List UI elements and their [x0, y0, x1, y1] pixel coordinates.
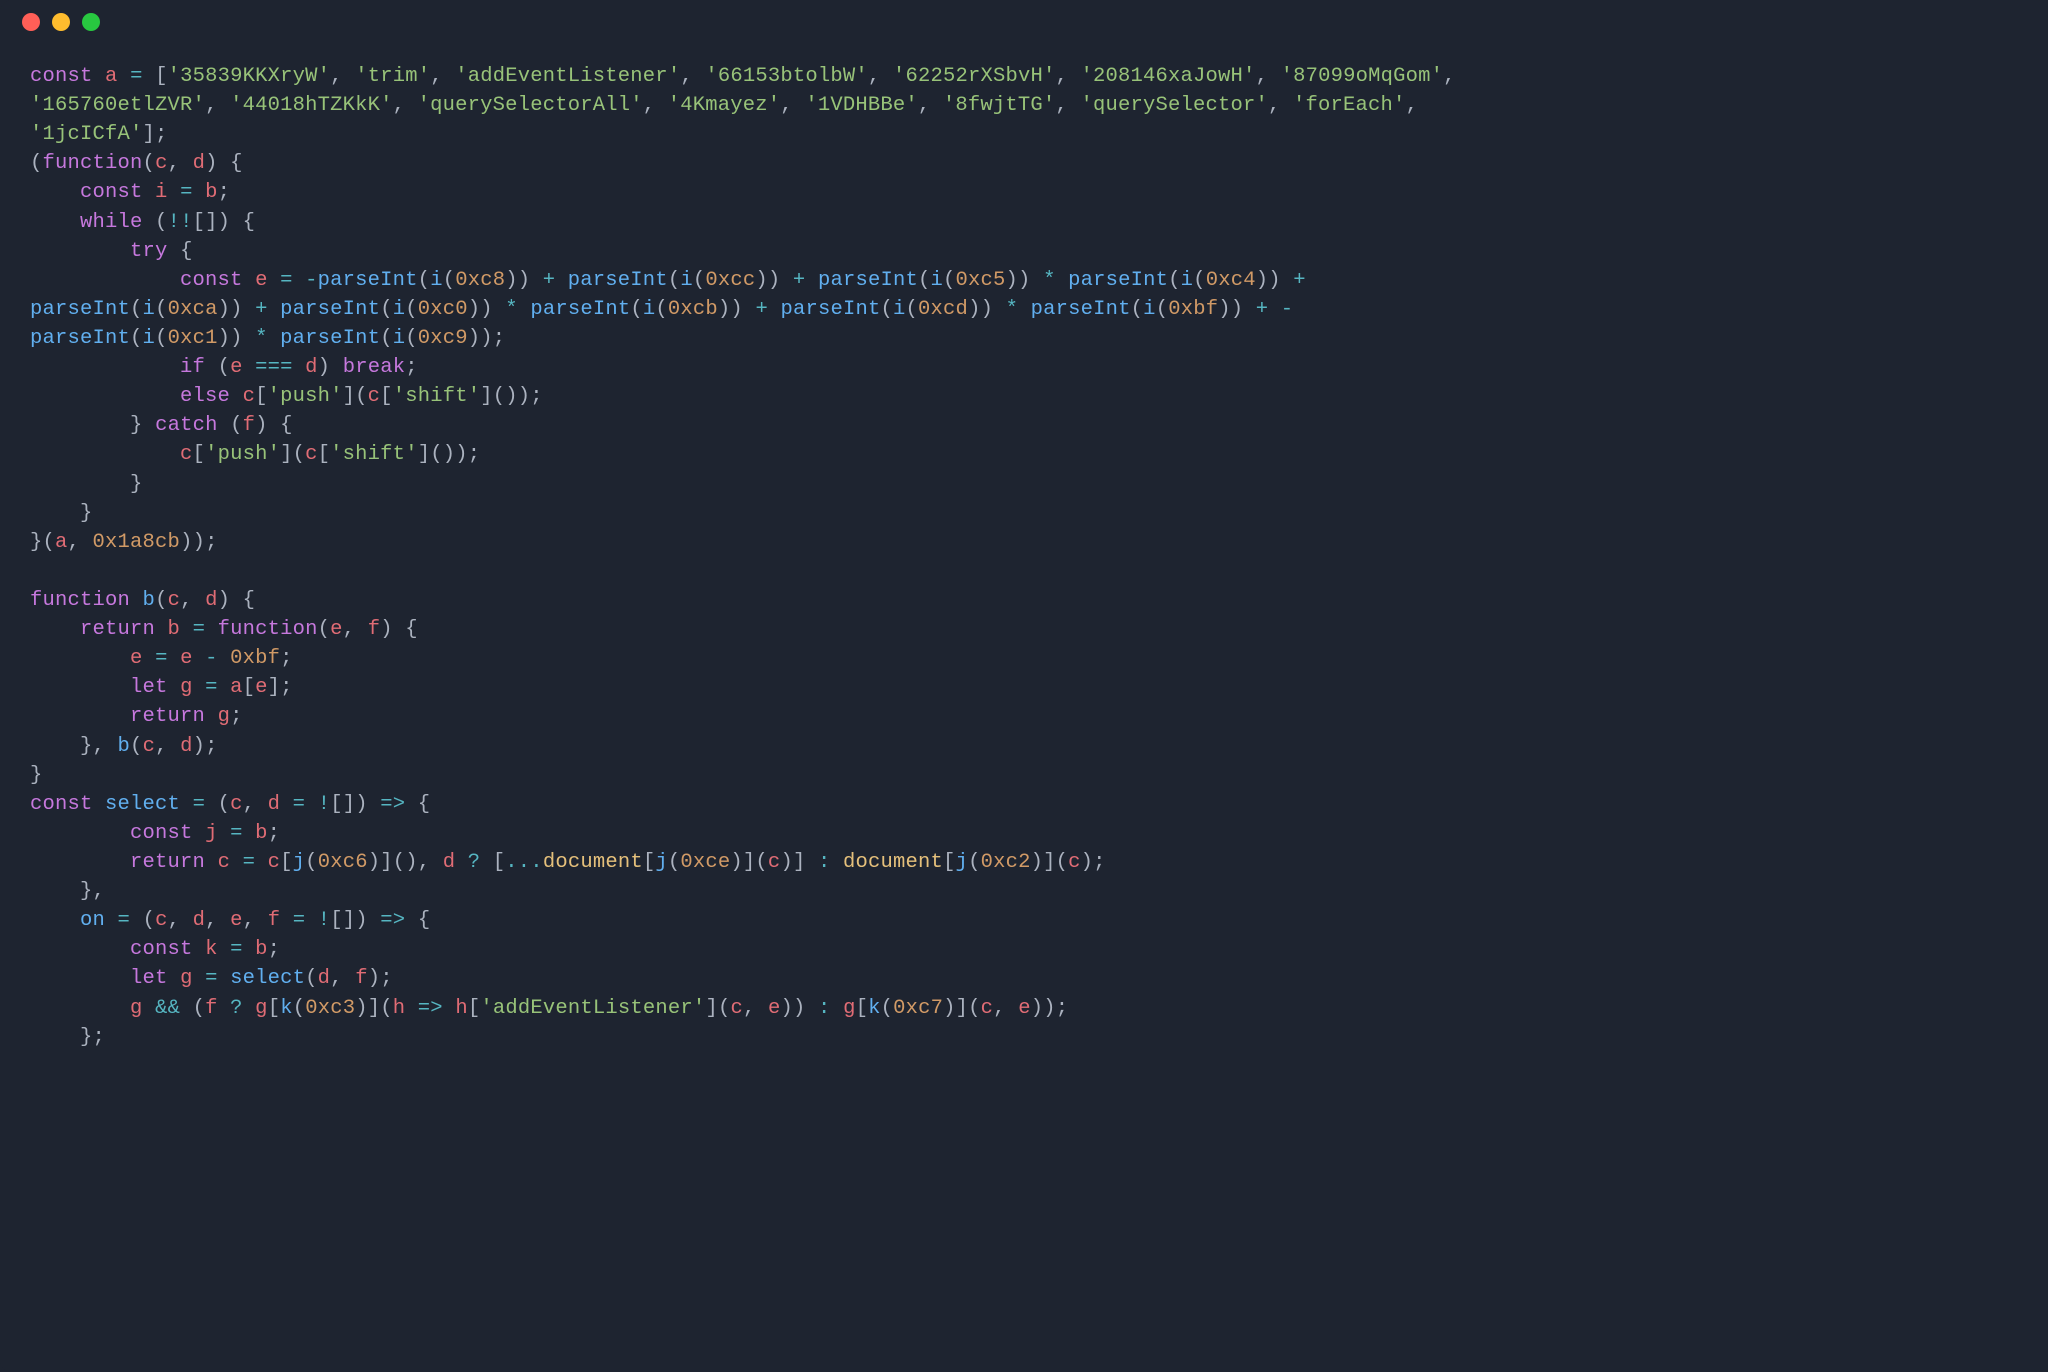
string-literal: '35839KKXryW': [168, 65, 331, 88]
code-editor[interactable]: const a = ['35839KKXryW', 'trim', 'addEv…: [0, 44, 2048, 1082]
keyword-function: function: [43, 152, 143, 175]
keyword-const: const: [30, 65, 93, 88]
string-literal: 'addEventListener': [455, 65, 680, 88]
string-literal: 'trim': [355, 65, 430, 88]
string-literal: 'querySelector': [1080, 94, 1268, 117]
string-literal: '208146xaJowH': [1081, 65, 1256, 88]
string-literal: '1VDHBBe': [805, 94, 918, 117]
identifier: a: [105, 65, 118, 88]
minimize-icon[interactable]: [52, 13, 70, 31]
code-window: const a = ['35839KKXryW', 'trim', 'addEv…: [0, 0, 2048, 1372]
string-literal: '66153btolbW': [705, 65, 868, 88]
titlebar: [0, 0, 2048, 44]
string-literal: '62252rXSbvH': [893, 65, 1056, 88]
string-literal: '87099oMqGom': [1281, 65, 1444, 88]
string-literal: '4Kmayez': [668, 94, 781, 117]
operator: =: [130, 65, 143, 88]
string-literal: '1jcICfA': [30, 123, 143, 146]
string-literal: '8fwjtTG': [943, 94, 1056, 117]
string-literal: '165760etlZVR': [30, 94, 205, 117]
close-icon[interactable]: [22, 13, 40, 31]
string-literal: '44018hTZKkK': [230, 94, 393, 117]
string-literal: 'forEach': [1293, 94, 1406, 117]
string-literal: 'querySelectorAll': [418, 94, 643, 117]
punctuation: [: [155, 65, 168, 88]
zoom-icon[interactable]: [82, 13, 100, 31]
